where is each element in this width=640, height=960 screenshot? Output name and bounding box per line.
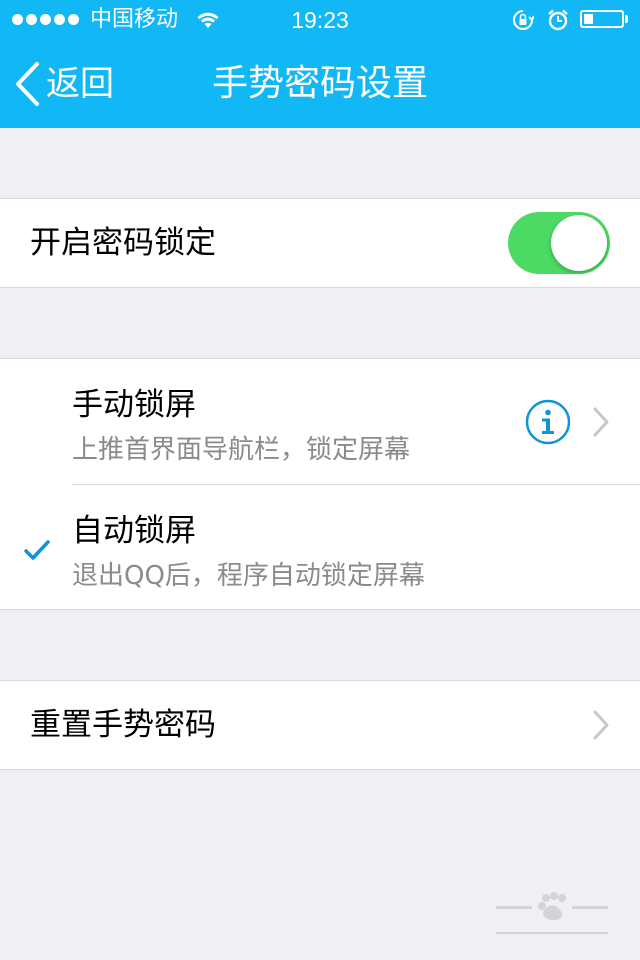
manual-lock-option[interactable]: 手动锁屏 上推首界面导航栏，锁定屏幕 [0,359,640,484]
back-label: 返回 [46,64,114,104]
reset-gesture-password-row[interactable]: 重置手势密码 [0,680,640,770]
password-lock-row: 开启密码锁定 [0,198,640,288]
battery-icon [580,10,624,28]
auto-lock-subtitle: 退出QQ后，程序自动锁定屏幕 [72,561,425,591]
toggle-knob [551,215,607,271]
chevron-right-icon [593,710,609,740]
top-bar: 中国移动 19:23 返回 手势密码设置 [0,0,640,128]
chevron-right-icon [593,407,609,437]
manual-lock-title: 手动锁屏 [72,387,196,423]
battery-level-fill [584,14,593,24]
alarm-icon [547,9,569,37]
back-chevron-icon [16,62,39,106]
reset-gesture-password-label: 重置手势密码 [30,707,216,743]
battery-tip [625,15,628,23]
status-time: 19:23 [291,7,349,33]
checkmark-icon [24,540,50,560]
status-bar: 中国移动 19:23 [0,0,640,40]
rotation-lock-icon [512,9,535,37]
baidu-watermark-logo [496,892,608,934]
back-button[interactable]: 返回 [14,58,134,110]
auto-lock-option[interactable]: 自动锁屏 退出QQ后，程序自动锁定屏幕 [0,485,640,610]
password-lock-toggle[interactable] [508,212,610,274]
password-lock-label: 开启密码锁定 [30,225,216,261]
auto-lock-title: 自动锁屏 [72,513,196,549]
lock-mode-group: 手动锁屏 上推首界面导航栏，锁定屏幕 自动锁屏 退出QQ后，程序自动锁定屏幕 [0,358,640,610]
manual-lock-subtitle: 上推首界面导航栏，锁定屏幕 [72,435,411,465]
info-icon[interactable] [525,399,571,445]
